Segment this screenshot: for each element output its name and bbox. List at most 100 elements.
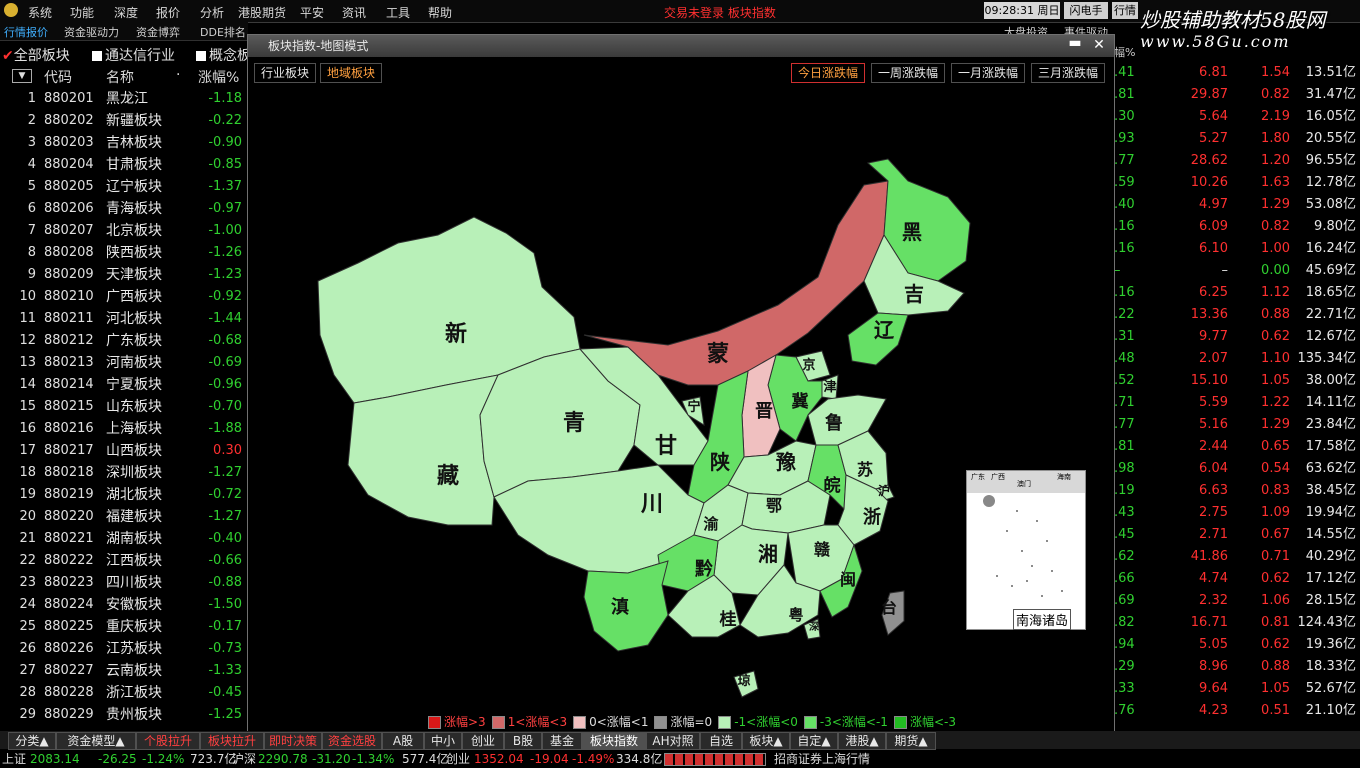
filter-tdx-industry[interactable]: 通达信行业 bbox=[92, 45, 175, 65]
list-item[interactable]: 15 880215 山东板块 -0.70 bbox=[0, 396, 248, 418]
list-item[interactable]: 2 880202 新疆板块 -0.22 bbox=[0, 110, 248, 132]
bottom-tab[interactable]: 即时决策 bbox=[264, 732, 322, 750]
table-row[interactable]: .43 2.75 1.09 19.94亿 bbox=[1114, 502, 1360, 524]
list-item[interactable]: 12 880212 广东板块 -0.68 bbox=[0, 330, 248, 352]
bottom-tab[interactable]: 期货▲ bbox=[886, 732, 936, 750]
list-item[interactable]: 26 880226 江苏板块 -0.73 bbox=[0, 638, 248, 660]
filter-concept[interactable]: 概念板 bbox=[196, 45, 251, 65]
list-item[interactable]: 10 880210 广西板块 -0.92 bbox=[0, 286, 248, 308]
header-name[interactable]: 名称 bbox=[106, 67, 134, 87]
menu-item-tools[interactable]: 工具 bbox=[386, 4, 410, 21]
minimize-icon[interactable]: ▬ bbox=[1066, 36, 1084, 52]
table-row[interactable]: .69 2.32 1.06 28.15亿 bbox=[1114, 590, 1360, 612]
filter-all-sectors[interactable]: ✔全部板块 bbox=[2, 45, 70, 65]
bottom-tab[interactable]: 个股拉升 bbox=[136, 732, 200, 750]
list-item[interactable]: 25 880225 重庆板块 -0.17 bbox=[0, 616, 248, 638]
table-row[interactable]: .48 2.07 1.10 135.34亿 bbox=[1114, 348, 1360, 370]
list-item[interactable]: 5 880205 辽宁板块 -1.37 bbox=[0, 176, 248, 198]
menu-item-system[interactable]: 系统 bbox=[28, 4, 52, 21]
list-item[interactable]: 4 880204 甘肃板块 -0.85 bbox=[0, 154, 248, 176]
list-item[interactable]: 29 880229 贵州板块 -1.25 bbox=[0, 704, 248, 726]
bottom-tab[interactable]: 资金模型▲ bbox=[56, 732, 136, 750]
table-row[interactable]: .77 28.62 1.20 96.55亿 bbox=[1114, 150, 1360, 172]
table-row[interactable]: .81 2.44 0.65 17.58亿 bbox=[1114, 436, 1360, 458]
menu-item-quote[interactable]: 报价 bbox=[156, 4, 180, 21]
list-item[interactable]: 18 880218 深圳板块 -1.27 bbox=[0, 462, 248, 484]
bottom-tab[interactable]: 资金选股 bbox=[322, 732, 382, 750]
table-row[interactable]: .16 6.25 1.12 18.65亿 bbox=[1114, 282, 1360, 304]
table-row[interactable]: .94 5.05 0.62 19.36亿 bbox=[1114, 634, 1360, 656]
list-item[interactable]: 27 880227 云南板块 -1.33 bbox=[0, 660, 248, 682]
tab-fund-game[interactable]: 资金博弈 bbox=[136, 24, 180, 40]
tab-3month-change[interactable]: 三月涨跌幅 bbox=[1031, 63, 1106, 83]
table-row[interactable]: .45 2.71 0.67 14.55亿 bbox=[1114, 524, 1360, 546]
flash-trade-button[interactable]: 闪电手 bbox=[1064, 2, 1108, 19]
table-row[interactable]: .76 4.23 0.51 21.10亿 bbox=[1114, 700, 1360, 722]
list-item[interactable]: 23 880223 四川板块 -0.88 bbox=[0, 572, 248, 594]
bottom-tab[interactable]: 分类▲ bbox=[8, 732, 56, 750]
list-item[interactable]: 6 880206 青海板块 -0.97 bbox=[0, 198, 248, 220]
tab-month-change[interactable]: 一月涨跌幅 bbox=[951, 63, 1026, 83]
table-row[interactable]: .98 6.04 0.54 63.62亿 bbox=[1114, 458, 1360, 480]
list-item[interactable]: 21 880221 湖南板块 -0.40 bbox=[0, 528, 248, 550]
bottom-tab[interactable]: 板块拉升 bbox=[200, 732, 264, 750]
list-item[interactable]: 17 880217 山西板块 0.30 bbox=[0, 440, 248, 462]
menu-item-pingan[interactable]: 平安 bbox=[300, 4, 324, 21]
table-row[interactable]: .66 4.74 0.62 17.12亿 bbox=[1114, 568, 1360, 590]
menu-item-hk-futures[interactable]: 港股期货 bbox=[238, 4, 286, 21]
bottom-tab[interactable]: A股 bbox=[382, 732, 424, 750]
list-item[interactable]: 9 880209 天津板块 -1.23 bbox=[0, 264, 248, 286]
bottom-tab[interactable]: AH对照 bbox=[646, 732, 700, 750]
table-row[interactable]: .59 10.26 1.63 12.78亿 bbox=[1114, 172, 1360, 194]
table-row[interactable]: .31 9.77 0.62 12.67亿 bbox=[1114, 326, 1360, 348]
list-item[interactable]: 20 880220 福建板块 -1.27 bbox=[0, 506, 248, 528]
table-row[interactable]: .62 41.86 0.71 40.29亿 bbox=[1114, 546, 1360, 568]
table-row[interactable]: .29 8.96 0.88 18.33亿 bbox=[1114, 656, 1360, 678]
list-item[interactable]: 16 880216 上海板块 -1.88 bbox=[0, 418, 248, 440]
table-row[interactable]: .41 6.81 1.54 13.51亿 bbox=[1114, 62, 1360, 84]
list-item[interactable]: 8 880208 陕西板块 -1.26 bbox=[0, 242, 248, 264]
table-row[interactable]: .40 4.97 1.29 53.08亿 bbox=[1114, 194, 1360, 216]
list-item[interactable]: 24 880224 安徽板块 -1.50 bbox=[0, 594, 248, 616]
header-code[interactable]: 代码 bbox=[44, 67, 72, 87]
table-row[interactable]: .52 15.10 1.05 38.00亿 bbox=[1114, 370, 1360, 392]
bottom-tab[interactable]: 港股▲ bbox=[838, 732, 886, 750]
menu-item-function[interactable]: 功能 bbox=[70, 4, 94, 21]
menu-item-help[interactable]: 帮助 bbox=[428, 4, 452, 21]
table-row[interactable]: .93 5.27 1.80 20.55亿 bbox=[1114, 128, 1360, 150]
bottom-tab[interactable]: 板块▲ bbox=[742, 732, 790, 750]
menu-item-depth[interactable]: 深度 bbox=[114, 4, 138, 21]
table-row[interactable]: .77 5.16 1.29 23.84亿 bbox=[1114, 414, 1360, 436]
tab-today-change[interactable]: 今日涨跌幅 bbox=[791, 63, 866, 83]
close-icon[interactable]: ✕ bbox=[1090, 37, 1108, 53]
table-row[interactable]: .16 6.09 0.82 9.80亿 bbox=[1114, 216, 1360, 238]
table-row[interactable]: .33 9.64 1.05 52.67亿 bbox=[1114, 678, 1360, 700]
list-item[interactable]: 7 880207 北京板块 -1.00 bbox=[0, 220, 248, 242]
table-row[interactable]: .71 5.59 1.22 14.11亿 bbox=[1114, 392, 1360, 414]
table-row[interactable]: – –0.00 45.69亿 bbox=[1114, 260, 1360, 282]
tab-industry-sector[interactable]: 行业板块 bbox=[254, 63, 317, 83]
list-item[interactable]: 22 880222 江西板块 -0.66 bbox=[0, 550, 248, 572]
list-item[interactable]: 13 880213 河南板块 -0.69 bbox=[0, 352, 248, 374]
table-row[interactable]: .30 5.64 2.19 16.05亿 bbox=[1114, 106, 1360, 128]
table-row[interactable]: .16 6.10 1.00 16.24亿 bbox=[1114, 238, 1360, 260]
bottom-tab[interactable]: 自定▲ bbox=[790, 732, 838, 750]
quote-button[interactable]: 行情 bbox=[1112, 2, 1138, 19]
list-item[interactable]: 1 880201 黑龙江 -1.18 bbox=[0, 88, 248, 110]
tab-region-sector[interactable]: 地域板块 bbox=[320, 63, 383, 83]
tab-fund-drive[interactable]: 资金驱动力 bbox=[64, 24, 119, 40]
sort-dropdown-icon[interactable]: ▼ bbox=[12, 69, 32, 83]
list-item[interactable]: 11 880211 河北板块 -1.44 bbox=[0, 308, 248, 330]
list-item[interactable]: 14 880214 宁夏板块 -0.96 bbox=[0, 374, 248, 396]
menu-item-news[interactable]: 资讯 bbox=[342, 4, 366, 21]
table-row[interactable]: .82 16.71 0.81 124.43亿 bbox=[1114, 612, 1360, 634]
bottom-tab[interactable]: 中小 bbox=[424, 732, 462, 750]
table-row[interactable]: .19 6.63 0.83 38.45亿 bbox=[1114, 480, 1360, 502]
header-pct[interactable]: 涨幅% bbox=[198, 67, 239, 87]
bottom-tab[interactable]: 基金 bbox=[542, 732, 582, 750]
menu-item-analysis[interactable]: 分析 bbox=[200, 4, 224, 21]
window-titlebar[interactable]: 板块指数-地图模式 ▬ ✕ bbox=[248, 35, 1114, 57]
list-item[interactable]: 28 880228 浙江板块 -0.45 bbox=[0, 682, 248, 704]
tab-dde-rank[interactable]: DDE排名 bbox=[200, 24, 246, 40]
table-row[interactable]: .22 13.36 0.88 22.71亿 bbox=[1114, 304, 1360, 326]
